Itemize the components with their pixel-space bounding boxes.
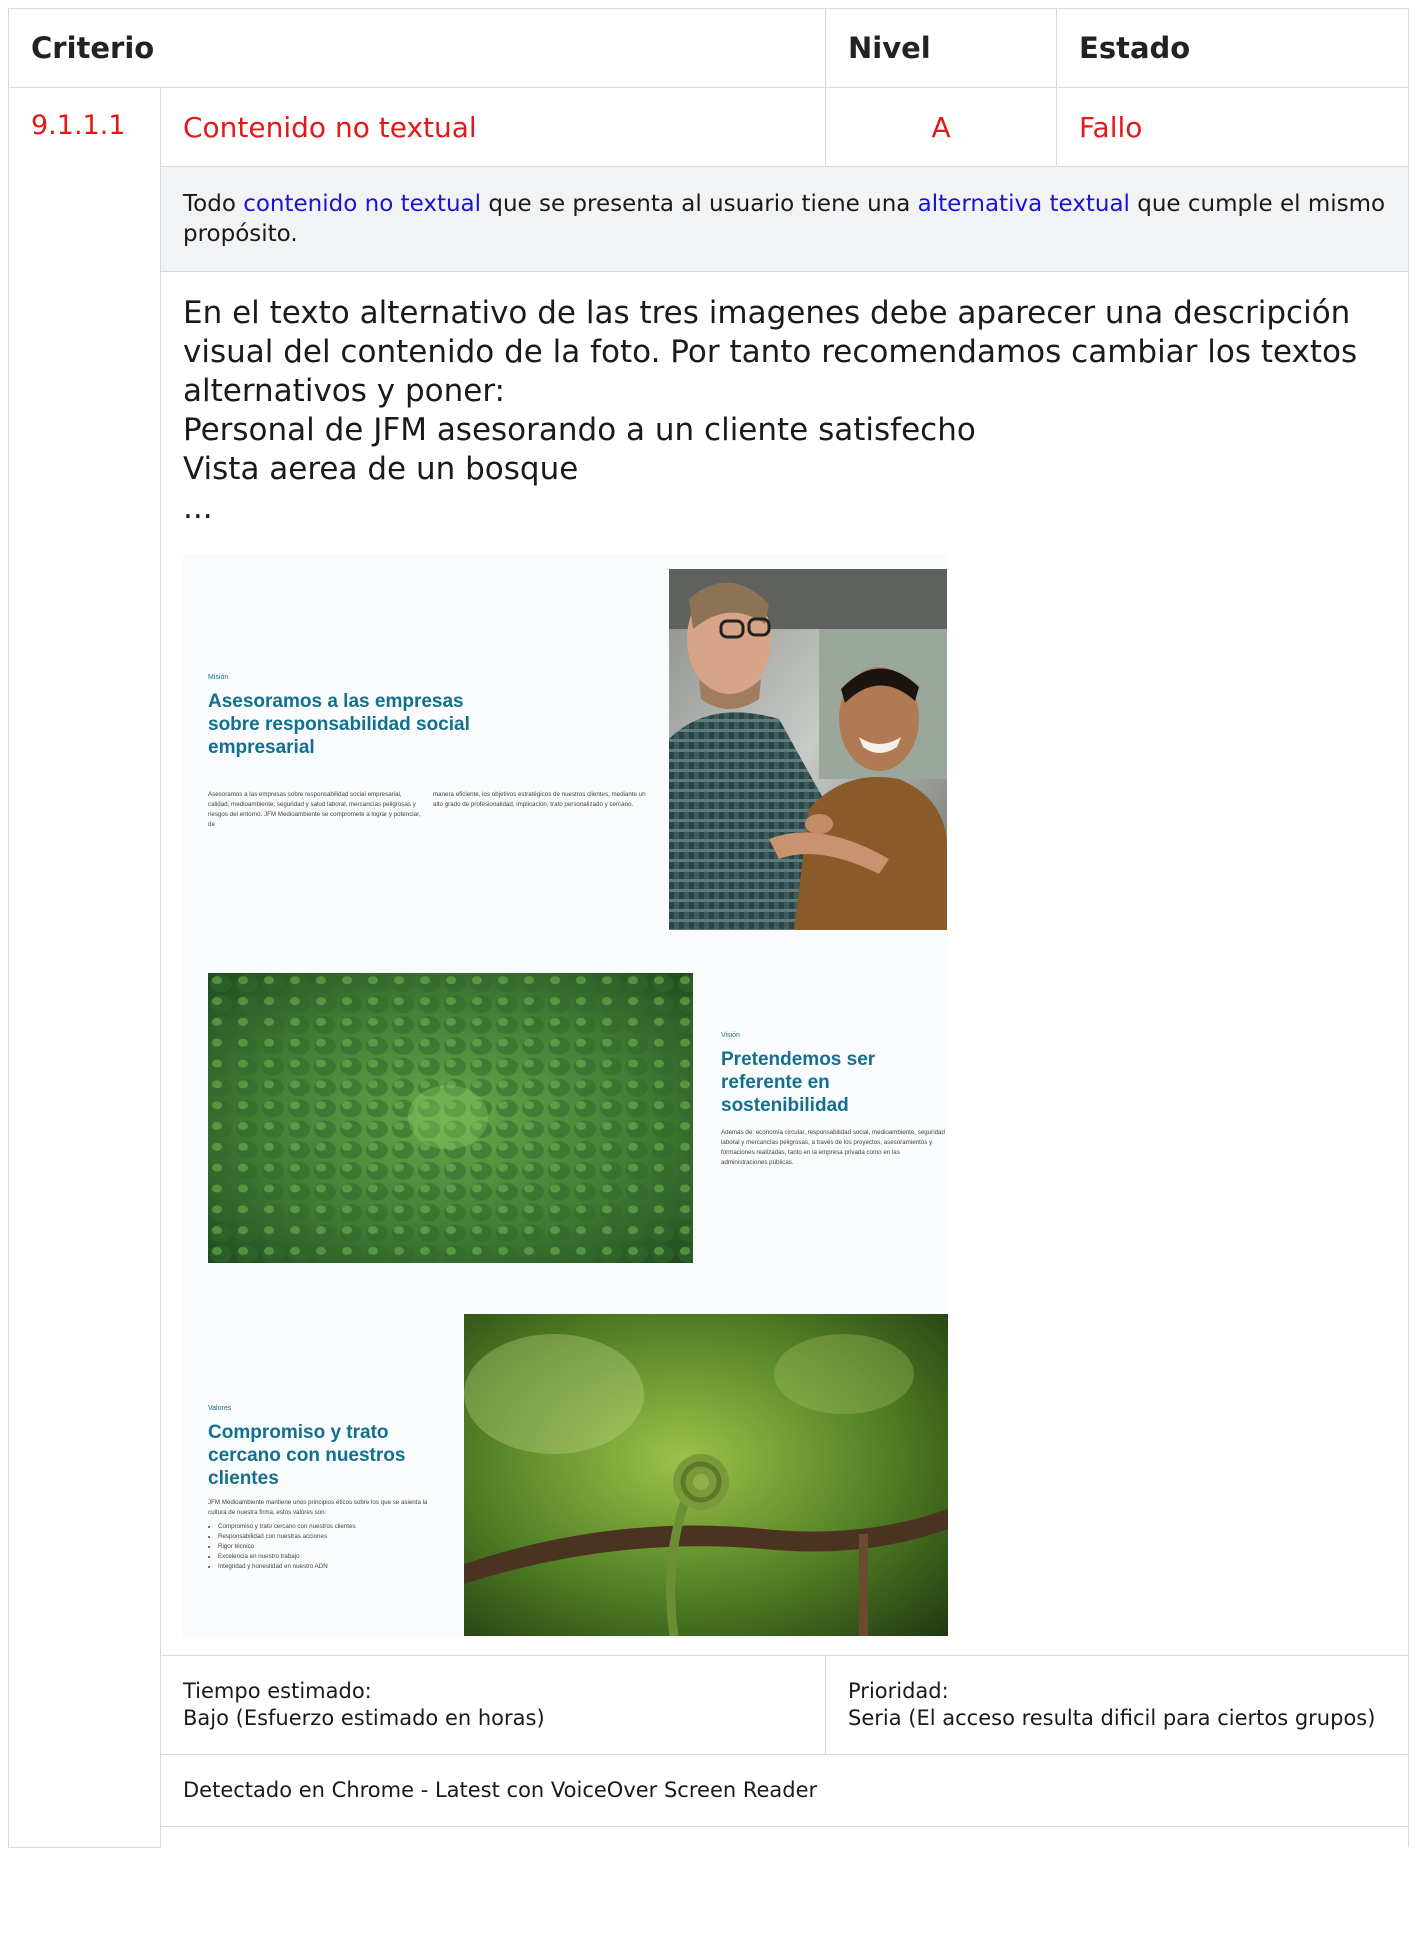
tiempo-label: Tiempo estimado:	[183, 1679, 372, 1703]
accessibility-report: Criterio Nivel Estado 9.1.1.1 Contenido …	[7, 8, 1410, 1848]
screenshot-vision: Visión Pretendemos ser referente en sost…	[183, 934, 948, 1279]
observation-line: En el texto alternativo de las tres imag…	[183, 295, 1358, 409]
link-contenido-no-textual[interactable]: contenido no textual	[243, 191, 481, 217]
observation-text: En el texto alternativo de las tres imag…	[183, 294, 1386, 528]
list-item: Compromiso y trato cercano con nuestros …	[218, 1522, 438, 1532]
description-row: Todo contenido no textual que se present…	[9, 166, 1410, 272]
header-criterio: Criterio	[7, 8, 827, 88]
tiempo-value: Bajo (Esfuerzo estimado en horas)	[183, 1706, 545, 1730]
screenshots: Misión Asesoramos a las empresas sobre r…	[183, 554, 948, 1639]
tiempo-cell: Tiempo estimado: Bajo (Esfuerzo estimado…	[159, 1655, 827, 1755]
detected-row: Detectado en Chrome - Latest con VoiceOv…	[9, 1754, 1410, 1827]
observation-cell: En el texto alternativo de las tres imag…	[159, 271, 1410, 1656]
slide-eyebrow: Valores	[208, 1405, 232, 1412]
slide-body: Asesoramos a las empresas sobre responsa…	[208, 791, 421, 828]
table-header-row: Criterio Nivel Estado	[7, 8, 1410, 88]
criterion-code: 9.1.1.1	[8, 87, 161, 1848]
criterion-level: A	[825, 87, 1058, 167]
spacer-cell	[159, 1826, 1410, 1847]
list-item: Integridad y honestidad en nuestro ADN	[218, 1562, 438, 1572]
slide-body: manera eficiente, los objetivos estratég…	[433, 791, 646, 808]
people-laughing-photo	[669, 569, 947, 930]
detected-cell: Detectado en Chrome - Latest con VoiceOv…	[159, 1754, 1410, 1827]
forest-aerial-photo	[208, 973, 693, 1279]
slide-body: JFM Medioambiente mantiene unos principi…	[208, 1498, 438, 1572]
slide-body-text: JFM Medioambiente mantiene unos principi…	[208, 1499, 428, 1516]
header-estado: Estado	[1056, 8, 1410, 88]
observation-line: Personal de JFM asesorando a un cliente …	[183, 412, 976, 448]
list-item: Excelencia en nuestro trabajo	[218, 1552, 438, 1562]
prioridad-value: Seria (El acceso resulta dificil para ci…	[848, 1706, 1376, 1730]
link-alternativa-textual[interactable]: alternativa textual	[918, 191, 1130, 217]
description-text: que se presenta al usuario tiene una	[481, 191, 918, 217]
criterion-name: Contenido no textual	[159, 87, 827, 167]
description-text: Todo	[183, 191, 244, 217]
spacer-row	[9, 1826, 1410, 1847]
prioridad-label: Prioridad:	[848, 1679, 949, 1703]
observation-line: ...	[183, 490, 213, 526]
fern-photo	[464, 1314, 948, 1636]
observation-row: En el texto alternativo de las tres imag…	[9, 271, 1410, 1656]
slide-body: Además de: economía circular, responsabi…	[721, 1129, 945, 1166]
slide-eyebrow: Visión	[721, 1032, 740, 1039]
screenshot-mision: Misión Asesoramos a las empresas sobre r…	[183, 554, 948, 934]
slide-eyebrow: Misión	[208, 674, 229, 681]
criterion-row: 9.1.1.1 Contenido no textual A Fallo	[8, 87, 1410, 1848]
slide-title: Asesoramos a las empresas sobre responsa…	[208, 691, 470, 758]
header-nivel: Nivel	[825, 8, 1058, 88]
list-item: Rigor técnico	[218, 1542, 438, 1552]
list-item: Responsabilidad con nuestras acciones	[218, 1532, 438, 1542]
observation-line: Vista aerea de un bosque	[183, 451, 579, 487]
prioridad-cell: Prioridad: Seria (El acceso resulta difi…	[825, 1655, 1410, 1755]
slide-title: Compromiso y trato cercano con nuestros …	[208, 1422, 406, 1489]
slide-title: Pretendemos ser referente en sostenibili…	[721, 1049, 876, 1116]
values-list: Compromiso y trato cercano con nuestros …	[208, 1522, 438, 1572]
criterion-status: Fallo	[1056, 87, 1410, 167]
footer-row: Tiempo estimado: Bajo (Esfuerzo estimado…	[9, 1655, 1410, 1755]
criterion-description: Todo contenido no textual que se present…	[159, 166, 1410, 272]
screenshot-valores: Valores Compromiso y trato cercano con n…	[183, 1279, 948, 1639]
criteria-table: Criterio Nivel Estado 9.1.1.1 Contenido …	[7, 8, 1410, 1848]
